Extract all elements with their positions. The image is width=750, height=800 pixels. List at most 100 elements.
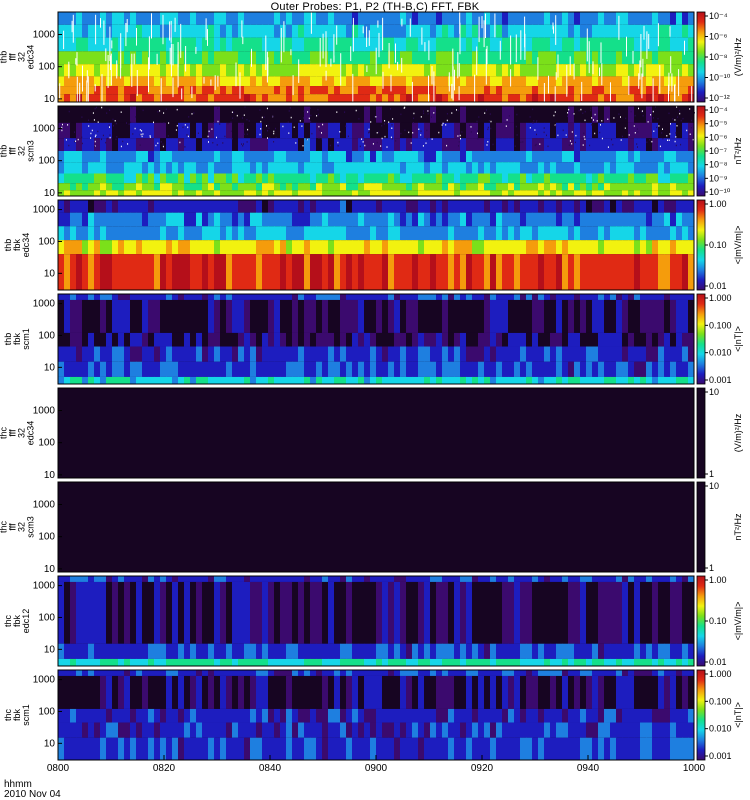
- spectrogram-cell: [268, 76, 275, 87]
- spectrogram-cell: [232, 106, 239, 123]
- spectrogram-cell: [448, 106, 455, 123]
- spectrogram-cell: [64, 722, 71, 738]
- spectrogram-cell: [526, 162, 533, 174]
- spectrogram-cell: [334, 64, 341, 77]
- spectrogram-cell: [628, 151, 635, 163]
- spectrogram-cell: [184, 12, 191, 25]
- spectrogram-cell: [424, 299, 431, 333]
- speckle: [109, 136, 111, 139]
- speckle: [219, 123, 221, 125]
- speckle: [95, 134, 97, 136]
- speckle: [476, 120, 478, 123]
- spectrogram-cell: [586, 76, 593, 87]
- spectrogram-cell: [124, 151, 131, 163]
- spectrogram-cell: [646, 212, 653, 227]
- spectrogram-cell: [454, 658, 461, 666]
- speckle: [567, 112, 569, 114]
- spectrogram-cell: [466, 346, 473, 362]
- spectrogram-cell: [430, 200, 437, 213]
- spectrogram-cell: [316, 12, 323, 25]
- spectrogram-cell: [280, 708, 287, 723]
- spectrogram-cell: [202, 173, 209, 184]
- spectrogram-cell: [454, 722, 461, 738]
- spectrogram-cell: [244, 576, 251, 582]
- spectrogram-cell: [502, 122, 509, 139]
- spectrogram-cell: [436, 162, 443, 174]
- spectrogram-cell: [232, 361, 239, 377]
- spectrogram-cell: [538, 226, 545, 241]
- spectrogram-cell: [658, 670, 665, 676]
- spectrogram-cell: [370, 240, 377, 255]
- spectrogram-cell: [382, 212, 389, 227]
- spectrogram-cell: [616, 173, 623, 184]
- spectrogram-cell: [520, 190, 527, 196]
- spectrogram-cell: [592, 122, 599, 139]
- spectrogram-cell: [202, 361, 209, 377]
- spectrogram-cell: [370, 151, 377, 163]
- spectrogram-cell: [490, 51, 497, 65]
- speckle: [142, 133, 144, 135]
- spectrogram-cell: [244, 254, 251, 290]
- spectrogram-cell: [550, 376, 557, 384]
- spectrogram-cell: [520, 658, 527, 666]
- speckle: [368, 130, 370, 132]
- spectrogram-cell: [64, 183, 71, 191]
- spectrogram-cell: [676, 37, 683, 52]
- spectrogram-cell: [172, 138, 179, 151]
- spectrogram-cell: [430, 86, 437, 95]
- spectrogram-cell: [166, 346, 173, 362]
- spectrogram-cell: [280, 737, 287, 760]
- spectrogram-cell: [172, 675, 179, 709]
- spectrogram-cell: [250, 240, 257, 255]
- spectrogram-cell: [328, 173, 335, 184]
- spectrogram-cell: [358, 183, 365, 191]
- spectrogram-cell: [562, 76, 569, 87]
- spectrogram-cell: [274, 361, 281, 377]
- spectrogram-cell: [130, 675, 137, 709]
- speckle: [575, 134, 577, 137]
- spectrogram-cell: [256, 670, 263, 676]
- speckle: [487, 126, 489, 129]
- spectrogram-cell: [568, 737, 575, 760]
- spectrogram-cell: [538, 12, 545, 25]
- speckle: [79, 82, 81, 102]
- spectrogram-cell: [490, 106, 497, 123]
- speckle: [295, 142, 297, 144]
- spectrogram-cell: [226, 361, 233, 377]
- spectrogram-cell: [112, 294, 119, 300]
- spectrogram-cell: [478, 670, 485, 676]
- spectrogram-cell: [604, 675, 611, 709]
- spectrogram-cell: [310, 162, 317, 174]
- spectrogram-cell: [94, 183, 101, 191]
- spectrogram-cell: [70, 643, 77, 659]
- spectrogram-cell: [340, 708, 347, 723]
- spectrogram-cell: [466, 94, 473, 102]
- spectrogram-cell: [316, 173, 323, 184]
- speckle: [344, 111, 346, 113]
- spectrogram-cell: [598, 722, 605, 738]
- spectrogram-cell: [322, 376, 329, 384]
- spectrogram-cell: [682, 173, 689, 184]
- spectrogram-cell: [220, 151, 227, 163]
- spectrogram-cell: [370, 581, 377, 644]
- spectrogram-cell: [316, 346, 323, 362]
- spectrogram-cell: [610, 299, 617, 333]
- spectrogram-cell: [508, 106, 515, 123]
- speckle: [222, 142, 224, 144]
- spectrogram-cell: [244, 151, 251, 163]
- spectrogram-cell: [190, 94, 197, 102]
- spectrogram-cell: [442, 64, 449, 77]
- spectrogram-cell: [382, 361, 389, 377]
- spectrogram-cell: [448, 722, 455, 738]
- speckle: [485, 13, 486, 38]
- spectrogram-cell: [94, 212, 101, 227]
- spectrogram-cell: [160, 151, 167, 163]
- colorbar-units: <|mV/m|>: [733, 226, 743, 265]
- spectrogram-cell: [484, 122, 491, 139]
- spectrogram-cell: [484, 376, 491, 384]
- speckle: [634, 132, 636, 134]
- spectrogram-cell: [262, 576, 269, 582]
- spectrogram-cell: [136, 643, 143, 659]
- spectrogram-cell: [478, 212, 485, 227]
- spectrogram-cell: [502, 12, 509, 25]
